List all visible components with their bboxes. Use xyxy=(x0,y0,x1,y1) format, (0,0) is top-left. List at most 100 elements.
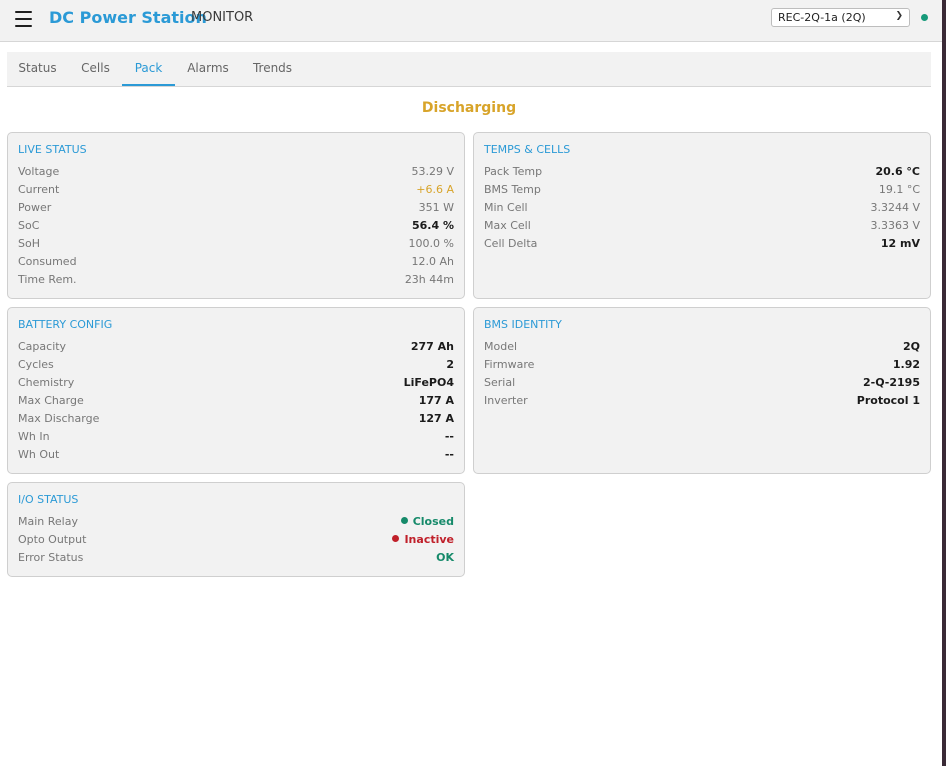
row-value: 351 W xyxy=(418,201,454,214)
row-label: Main Relay xyxy=(18,515,78,528)
row-value: 2-Q-2195 xyxy=(863,376,920,389)
row-value: 20.6 °C xyxy=(875,165,920,178)
temps-cells-card: TEMPS & CELLS Pack Temp 20.6 °C BMS Temp… xyxy=(473,132,931,299)
row-time-remaining: Time Rem. 23h 44m xyxy=(18,273,454,291)
tab-status[interactable]: Status xyxy=(7,52,68,86)
row-label: Consumed xyxy=(18,255,77,268)
row-soh: SoH 100.0 % xyxy=(18,237,454,255)
connection-status-icon xyxy=(921,14,928,21)
bms-identity-card: BMS IDENTITY Model 2Q Firmware 1.92 Seri… xyxy=(473,307,931,474)
row-value: 12 mV xyxy=(880,237,920,250)
row-cell-delta: Cell Delta 12 mV xyxy=(484,237,920,255)
row-value: 100.0 % xyxy=(408,237,454,250)
row-label: Current xyxy=(18,183,60,196)
row-label: Error Status xyxy=(18,551,84,564)
battery-config-card: BATTERY CONFIG Capacity 277 Ah Cycles 2 … xyxy=(7,307,465,474)
row-opto-output: Opto Output Inactive xyxy=(18,533,454,551)
row-label: Wh In xyxy=(18,430,50,443)
device-select[interactable]: REC-2Q-1a (2Q) ❯ xyxy=(771,8,910,27)
card-title: LIVE STATUS xyxy=(18,143,87,156)
row-wh-out: Wh Out -- xyxy=(18,448,454,466)
row-label: Firmware xyxy=(484,358,535,371)
relay-status-text: Closed xyxy=(412,515,454,528)
row-bms-temp: BMS Temp 19.1 °C xyxy=(484,183,920,201)
row-label: Cell Delta xyxy=(484,237,538,250)
row-label: SoH xyxy=(18,237,40,250)
row-value: 177 A xyxy=(418,394,454,407)
row-label: Voltage xyxy=(18,165,60,178)
row-label: Opto Output xyxy=(18,533,87,546)
row-value: 3.3244 V xyxy=(870,201,920,214)
row-inverter: Inverter Protocol 1 xyxy=(484,394,920,412)
row-max-cell: Max Cell 3.3363 V xyxy=(484,219,920,237)
row-max-discharge: Max Discharge 127 A xyxy=(18,412,454,430)
row-value: 2 xyxy=(446,358,454,371)
app-title: DC Power Station xyxy=(49,8,207,27)
row-value: 277 Ah xyxy=(410,340,454,353)
row-cycles: Cycles 2 xyxy=(18,358,454,376)
row-chemistry: Chemistry LiFePO4 xyxy=(18,376,454,394)
row-value: -- xyxy=(444,448,454,461)
row-label: Capacity xyxy=(18,340,67,353)
row-current: Current +6.6 A xyxy=(18,183,454,201)
row-value: +6.6 A xyxy=(416,183,454,196)
row-serial: Serial 2-Q-2195 xyxy=(484,376,920,394)
row-pack-temp: Pack Temp 20.6 °C xyxy=(484,165,920,183)
row-value: 56.4 % xyxy=(412,219,454,232)
device-select-value: REC-2Q-1a (2Q) xyxy=(778,11,866,24)
green-dot-icon xyxy=(400,517,408,524)
row-value: LiFePO4 xyxy=(403,376,454,389)
row-label: Model xyxy=(484,340,518,353)
row-value: 3.3363 V xyxy=(870,219,920,232)
row-value: 23h 44m xyxy=(404,273,454,286)
row-label: Max Charge xyxy=(18,394,84,407)
row-value: 127 A xyxy=(418,412,454,425)
opto-status-text: Inactive xyxy=(404,533,454,546)
row-label: Chemistry xyxy=(18,376,75,389)
app-subtitle: MONITOR xyxy=(191,10,254,25)
red-dot-icon xyxy=(392,535,400,542)
row-label: Pack Temp xyxy=(484,165,543,178)
row-firmware: Firmware 1.92 xyxy=(484,358,920,376)
row-power: Power 351 W xyxy=(18,201,454,219)
chevron-down-icon: ❯ xyxy=(895,11,903,21)
app-header: DC Power Station MONITOR REC-2Q-1a (2Q) … xyxy=(0,0,942,42)
menu-icon[interactable] xyxy=(15,11,33,27)
tab-cells[interactable]: Cells xyxy=(73,52,118,86)
row-value: Closed xyxy=(400,515,454,528)
row-value: -- xyxy=(444,430,454,443)
row-soc: SoC 56.4 % xyxy=(18,219,454,237)
row-model: Model 2Q xyxy=(484,340,920,358)
row-label: Cycles xyxy=(18,358,54,371)
card-title: BMS IDENTITY xyxy=(484,318,562,331)
row-label: Min Cell xyxy=(484,201,528,214)
row-value: 2Q xyxy=(902,340,920,353)
row-error-status: Error Status OK xyxy=(18,551,454,569)
row-wh-in: Wh In -- xyxy=(18,430,454,448)
pack-state-label: Discharging xyxy=(421,100,517,116)
row-min-cell: Min Cell 3.3244 V xyxy=(484,201,920,219)
row-main-relay: Main Relay Closed xyxy=(18,515,454,533)
tab-pack[interactable]: Pack xyxy=(122,52,175,86)
row-consumed: Consumed 12.0 Ah xyxy=(18,255,454,273)
tab-alarms[interactable]: Alarms xyxy=(182,52,234,86)
row-label: Time Rem. xyxy=(18,273,77,286)
row-label: Wh Out xyxy=(18,448,60,461)
row-label: Max Cell xyxy=(484,219,531,232)
row-value: Protocol 1 xyxy=(856,394,920,407)
row-value: 19.1 °C xyxy=(878,183,920,196)
row-voltage: Voltage 53.29 V xyxy=(18,165,454,183)
row-value: 12.0 Ah xyxy=(411,255,455,268)
row-value: OK xyxy=(436,551,454,564)
row-max-charge: Max Charge 177 A xyxy=(18,394,454,412)
row-label: SoC xyxy=(18,219,40,232)
card-title: BATTERY CONFIG xyxy=(18,318,113,331)
tab-trends[interactable]: Trends xyxy=(247,52,298,86)
io-status-card: I/O STATUS Main Relay Closed Opto Output… xyxy=(7,482,465,577)
card-title: I/O STATUS xyxy=(18,493,79,506)
row-label: Power xyxy=(18,201,52,214)
row-value: 1.92 xyxy=(892,358,920,371)
card-title: TEMPS & CELLS xyxy=(484,143,571,156)
row-label: Max Discharge xyxy=(18,412,100,425)
row-value: 53.29 V xyxy=(411,165,454,178)
